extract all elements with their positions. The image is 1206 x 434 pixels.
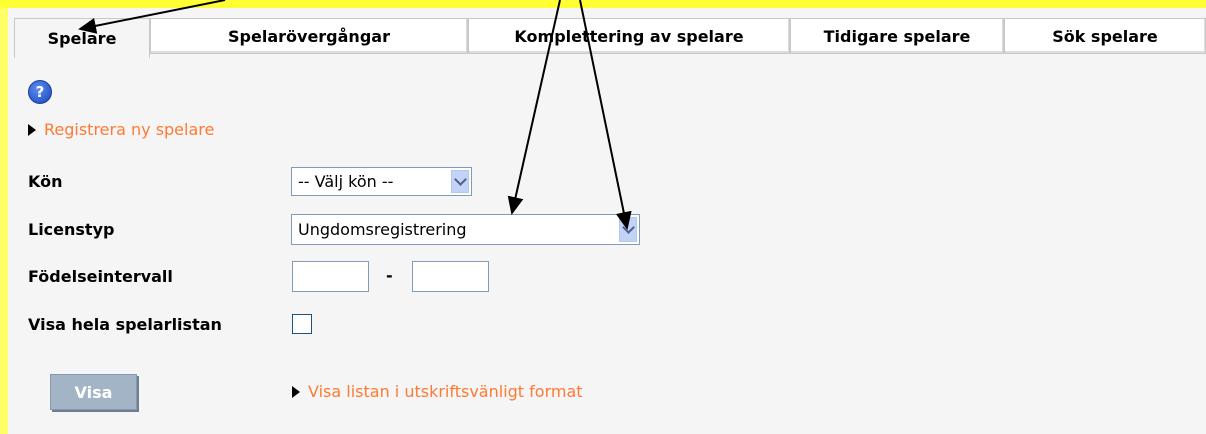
arrow-to-spelare-tab (78, 0, 226, 34)
arrow-to-license-select (507, 0, 561, 215)
arrow-to-license-dropdown (579, 0, 632, 230)
annotation-arrows (78, 0, 632, 230)
